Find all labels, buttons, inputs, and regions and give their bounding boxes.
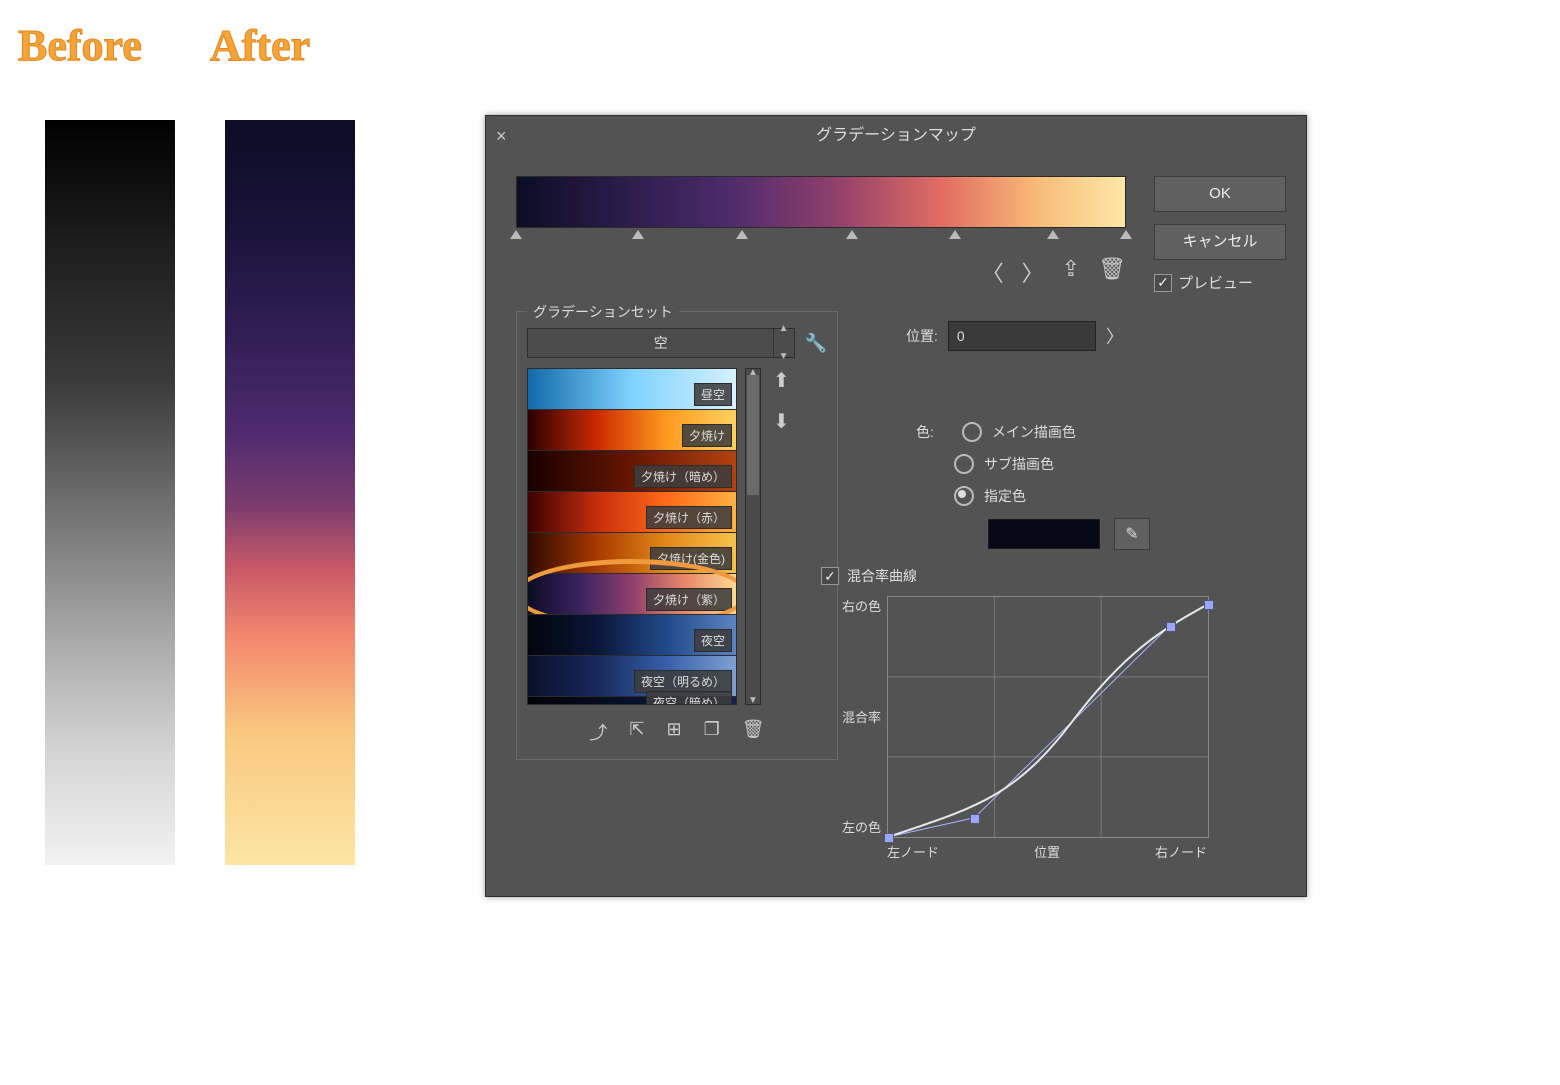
- curve-node[interactable]: [1204, 600, 1214, 610]
- radio-main-color[interactable]: [962, 422, 982, 442]
- curve-checkbox[interactable]: ✓ 混合率曲線: [821, 566, 1291, 586]
- curve-ylabel-mid: 混合率: [821, 707, 881, 726]
- position-row: 位置: 0 〉: [906, 321, 1124, 351]
- radio-sub-color[interactable]: [954, 454, 974, 474]
- gradient-stop-marker[interactable]: [949, 230, 961, 239]
- color-label: 色:: [916, 422, 934, 442]
- gradient-map-dialog: × グラデーションマップ OK キャンセル ✓ プレビュー 〈 〉 ⇪ 🗑 グラ…: [485, 115, 1307, 897]
- curve-xlabel-right: 右ノード: [1155, 842, 1207, 861]
- export-preset-icon[interactable]: ⇱: [629, 719, 644, 745]
- gradient-set-select[interactable]: 空 ▲▼: [527, 328, 795, 358]
- dialog-title: グラデーションマップ: [816, 127, 976, 144]
- check-icon: ✓: [1154, 274, 1172, 292]
- gradient-preset-label: 夜空（暗め）: [646, 691, 732, 705]
- curve-node[interactable]: [970, 814, 980, 824]
- curve-graph[interactable]: [887, 596, 1209, 838]
- next-stop-icon[interactable]: 〉: [1022, 256, 1044, 288]
- radio-fixed-color[interactable]: [954, 486, 974, 506]
- curve-ylabel-top: 右の色: [821, 596, 881, 615]
- add-preset-icon[interactable]: ⊞: [667, 719, 682, 745]
- before-swatch: [45, 120, 175, 865]
- position-input[interactable]: 0: [948, 321, 1096, 351]
- position-label: 位置:: [906, 326, 938, 346]
- gradient-stop-marker[interactable]: [510, 230, 522, 239]
- gradient-bar[interactable]: [516, 176, 1126, 244]
- gradient-preset-item[interactable]: 夕焼け（紫）: [528, 573, 736, 614]
- gradient-stop-marker[interactable]: [736, 230, 748, 239]
- curve-node[interactable]: [1166, 622, 1176, 632]
- curve-xlabel-left: 左ノード: [887, 842, 939, 861]
- chevron-right-icon[interactable]: 〉: [1106, 323, 1124, 349]
- curve-node[interactable]: [884, 833, 894, 843]
- prev-stop-icon[interactable]: 〈: [982, 256, 1004, 288]
- gear-icon[interactable]: 🔧: [805, 333, 827, 354]
- gradient-preset-item[interactable]: 夕焼け（赤）: [528, 491, 736, 532]
- after-label: After: [210, 20, 310, 71]
- gradient-stop-marker[interactable]: [1120, 230, 1132, 239]
- eyedropper-button[interactable]: ✎: [1114, 518, 1150, 550]
- move-up-icon[interactable]: ⬆: [773, 368, 790, 393]
- preset-scrollbar[interactable]: ▲ ▼: [745, 368, 761, 705]
- gradient-preset-label: 夜空: [694, 629, 732, 652]
- gradient-preset-label: 夕焼け（紫）: [646, 588, 732, 611]
- spinner-icon[interactable]: ▲▼: [773, 329, 794, 357]
- duplicate-stop-icon[interactable]: ⇪: [1062, 256, 1080, 288]
- gradient-preset-item[interactable]: 夜空（暗め）: [528, 696, 736, 705]
- gradient-stop-marker[interactable]: [1047, 230, 1059, 239]
- gradient-preset-label: 夕焼け(金色): [650, 547, 732, 570]
- gradient-preset-item[interactable]: 夕焼け(金色): [528, 532, 736, 573]
- duplicate-preset-icon[interactable]: ❐: [704, 719, 720, 745]
- cancel-button[interactable]: キャンセル: [1154, 224, 1286, 260]
- after-swatch: [225, 120, 355, 865]
- before-label: Before: [18, 20, 142, 71]
- gradient-preset-label: 夕焼け（赤）: [646, 506, 732, 529]
- delete-stop-icon[interactable]: 🗑: [1098, 256, 1126, 288]
- ok-button[interactable]: OK: [1154, 176, 1286, 212]
- preview-label: プレビュー: [1178, 272, 1253, 293]
- gradient-preset-item[interactable]: 夜空: [528, 614, 736, 655]
- color-options: 色: メイン描画色 サブ描画色 指定色 ✎: [916, 416, 1150, 550]
- new-preset-icon[interactable]: ⤴: [589, 719, 607, 745]
- curve-area: ✓ 混合率曲線 右の色 混合率 左の色 左ノード 位置 右ノード: [821, 566, 1291, 861]
- dialog-titlebar: × グラデーションマップ: [486, 116, 1306, 156]
- radio-sub-label: サブ描画色: [984, 454, 1054, 474]
- preview-checkbox[interactable]: ✓ プレビュー: [1154, 272, 1286, 293]
- gradient-preset-item[interactable]: 夜空（明るめ）: [528, 655, 736, 696]
- gradient-preset-item[interactable]: 夕焼け（暗め）: [528, 450, 736, 491]
- gradient-preset-item[interactable]: 昼空: [528, 369, 736, 409]
- curve-ylabel-bottom: 左の色: [821, 817, 881, 836]
- gradient-stop-marker[interactable]: [846, 230, 858, 239]
- gradient-set-group: グラデーションセット 空 ▲▼ 🔧 昼空夕焼け夕焼け（暗め）夕焼け（赤）夕焼け(…: [516, 311, 838, 760]
- radio-fixed-label: 指定色: [984, 486, 1026, 506]
- gradient-preset-label: 夜空（明るめ）: [634, 670, 732, 693]
- curve-checkbox-label: 混合率曲線: [847, 566, 917, 586]
- radio-main-label: メイン描画色: [992, 422, 1076, 442]
- gradient-set-legend: グラデーションセット: [527, 302, 679, 322]
- gradient-preset-item[interactable]: 夕焼け: [528, 409, 736, 450]
- gradient-preset-label: 昼空: [694, 383, 732, 406]
- delete-preset-icon[interactable]: 🗑: [742, 719, 765, 745]
- eyedropper-icon: ✎: [1125, 524, 1138, 544]
- scrollbar-thumb[interactable]: [747, 375, 759, 495]
- fixed-color-swatch[interactable]: [988, 519, 1100, 549]
- curve-xlabel-mid: 位置: [1034, 842, 1060, 861]
- move-down-icon[interactable]: ⬇: [773, 409, 790, 434]
- check-icon: ✓: [821, 567, 839, 585]
- gradient-set-selected: 空: [654, 335, 668, 351]
- gradient-preset-list[interactable]: 昼空夕焼け夕焼け（暗め） 夕焼け（赤） 夕焼け(金色) 夕焼け（紫） 夜空夜空（明るめ）…: [527, 368, 737, 705]
- gradient-preset-label: 夕焼け（暗め）: [634, 465, 732, 488]
- close-icon[interactable]: ×: [496, 116, 507, 156]
- gradient-stop-marker[interactable]: [632, 230, 644, 239]
- gradient-preset-label: 夕焼け: [682, 424, 732, 447]
